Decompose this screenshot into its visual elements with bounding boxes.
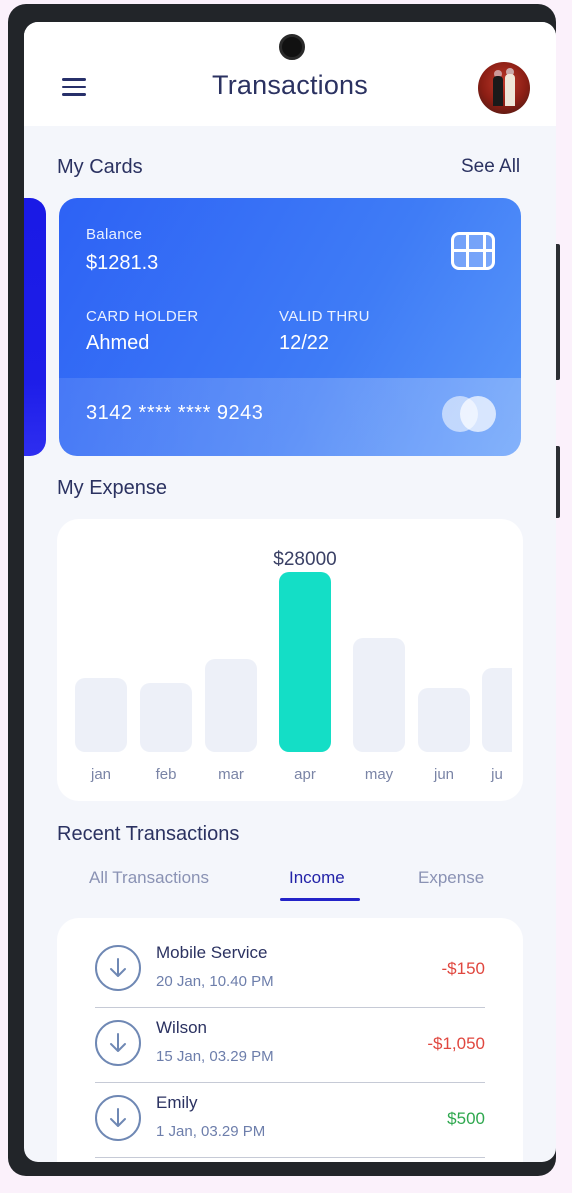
transaction-date: 20 Jan, 10.40 PM (156, 973, 274, 990)
month-label: feb (155, 766, 177, 783)
tab-income[interactable]: Income (289, 868, 345, 888)
balance-label: Balance (86, 226, 143, 243)
avatar[interactable] (478, 62, 530, 114)
recent-transactions-title: Recent Transactions (57, 823, 240, 845)
valid-thru-value: 12/22 (279, 332, 330, 354)
card-holder-label: CARD HOLDER (86, 308, 199, 325)
month-label: jun (433, 766, 455, 783)
card-chip-icon (451, 232, 495, 270)
previous-card-peek[interactable] (24, 198, 46, 456)
card-holder-value: Ahmed (86, 332, 150, 354)
front-camera (279, 34, 305, 60)
bar-may[interactable] (353, 638, 405, 752)
transaction-name: Mobile Service (156, 943, 268, 962)
month-label: mar (218, 766, 244, 783)
transaction-amount: -$1,050 (427, 1034, 485, 1053)
my-cards-title: My Cards (57, 156, 143, 178)
card-number: 3142 **** **** 9243 (86, 402, 264, 424)
tab-expense[interactable]: Expense (418, 868, 484, 888)
bank-card[interactable]: Balance $1281.3 CARD HOLDER Ahmed VALID … (59, 198, 521, 456)
bar-apr[interactable] (279, 572, 331, 752)
transaction-name: Wilson (156, 1018, 208, 1037)
arrow-down-icon (95, 1020, 141, 1066)
list-item[interactable]: Emily 1 Jan, 03.29 PM $500 (95, 1083, 485, 1158)
phone-frame: Transactions My Cards See All Balance $1… (8, 4, 560, 1176)
expense-chart: jan feb mar apr may jun ju $28000 (57, 519, 523, 801)
tab-all-transactions[interactable]: All Transactions (89, 868, 209, 888)
my-expense-title: My Expense (57, 477, 168, 499)
bar-jan[interactable] (75, 678, 127, 752)
bar-jun[interactable] (418, 688, 470, 752)
month-label: apr (294, 766, 316, 783)
month-label: may (364, 766, 394, 783)
see-all-link[interactable]: See All (461, 156, 520, 178)
list-item[interactable]: Wilson 15 Jan, 03.29 PM -$1,050 (95, 1008, 485, 1083)
divider (95, 1157, 485, 1158)
month-label: jan (90, 766, 112, 783)
active-tab-indicator (280, 898, 360, 901)
arrow-down-icon (95, 1095, 141, 1141)
transactions-list: Mobile Service 20 Jan, 10.40 PM -$150 Wi… (57, 918, 523, 1162)
bar-mar[interactable] (205, 659, 257, 752)
bar-ju[interactable] (482, 668, 512, 752)
transaction-date: 15 Jan, 03.29 PM (156, 1048, 274, 1065)
arrow-down-icon (95, 945, 141, 991)
valid-thru-label: VALID THRU (279, 308, 370, 325)
transaction-amount: $500 (447, 1109, 485, 1128)
bar-feb[interactable] (140, 683, 192, 752)
highlight-value-label: $28000 (273, 549, 337, 570)
transaction-amount: -$150 (441, 959, 485, 978)
app-screen: Transactions My Cards See All Balance $1… (24, 22, 556, 1162)
page-title: Transactions (212, 70, 368, 100)
balance-value: $1281.3 (86, 252, 159, 274)
card-network-icon (442, 396, 498, 432)
list-item[interactable]: Mobile Service 20 Jan, 10.40 PM -$150 (95, 933, 485, 1008)
month-label: ju (491, 766, 503, 783)
transaction-name: Emily (156, 1093, 198, 1112)
transaction-date: 1 Jan, 03.29 PM (156, 1123, 266, 1140)
